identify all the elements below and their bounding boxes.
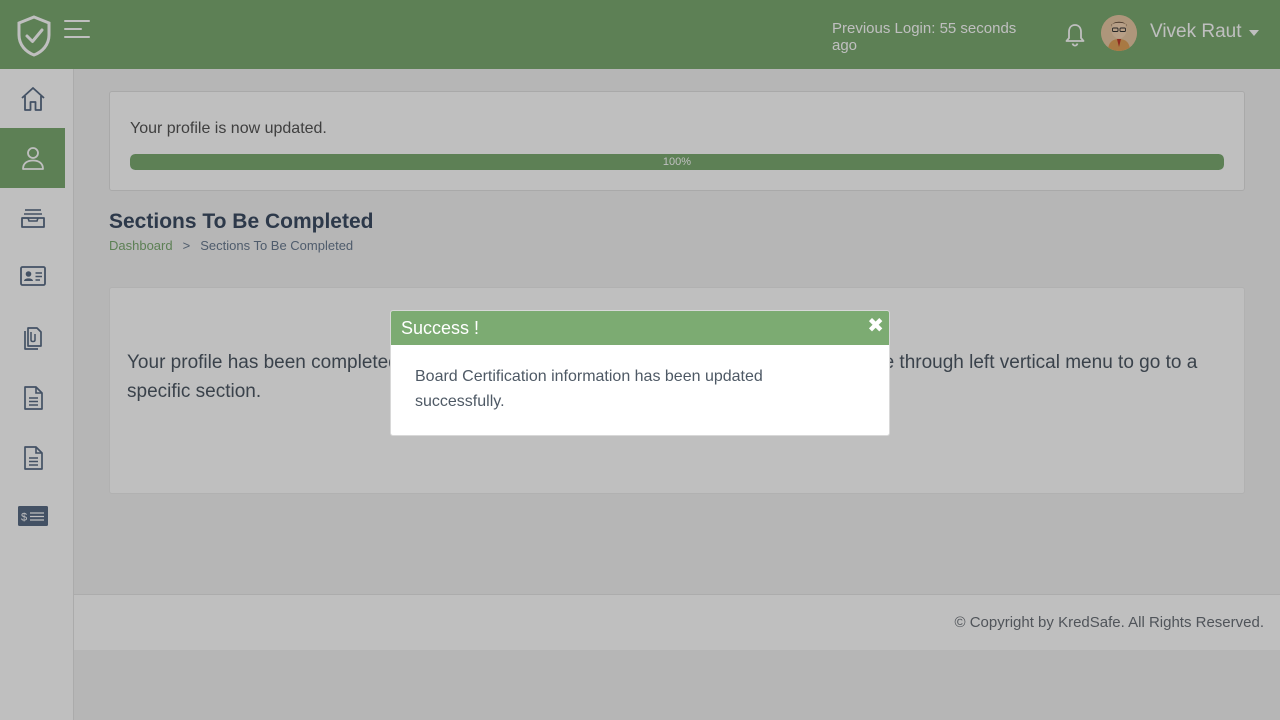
modal-header: Success ! ✖ [391, 311, 889, 345]
success-modal: Success ! ✖ Board Certification informat… [390, 310, 890, 436]
modal-message: Board Certification information has been… [415, 368, 763, 410]
close-icon[interactable]: ✖ [867, 315, 884, 337]
modal-title: Success ! [401, 318, 480, 338]
